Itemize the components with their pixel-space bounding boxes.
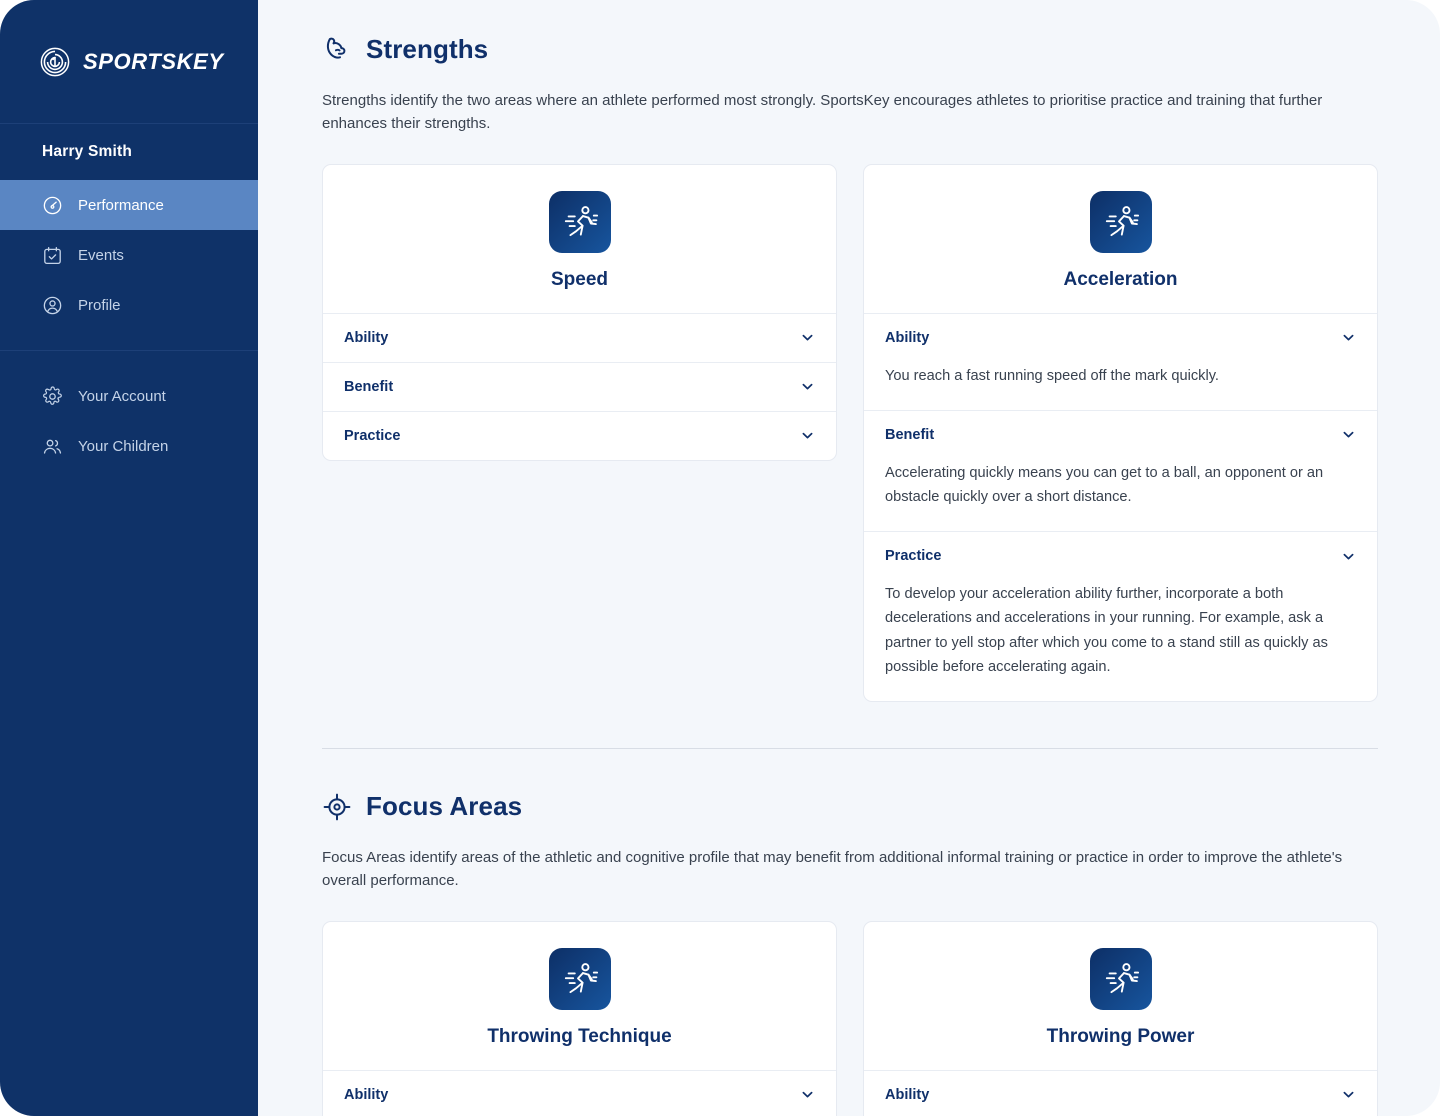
running-person-icon: [1089, 190, 1152, 253]
accordion-label: Practice: [344, 427, 401, 444]
accordion-toggle-practice[interactable]: Practice: [864, 532, 1377, 580]
accordion-item-practice: Practice: [323, 410, 836, 460]
sidebar: SPORTSKEY Harry Smith Performance Events…: [0, 0, 258, 1116]
accordion-toggle-ability[interactable]: Ability: [864, 1071, 1377, 1116]
accordion-item-practice: Practice To develop your acceleration ab…: [864, 531, 1377, 701]
sidebar-primary-nav: Performance Events Profile: [0, 180, 258, 330]
gauge-icon: [42, 195, 63, 216]
sidebar-item-performance[interactable]: Performance: [0, 180, 258, 230]
focus-card-throwing-technique: Throwing Technique Ability Benefit: [322, 920, 837, 1116]
accordion-toggle-ability[interactable]: Ability: [323, 314, 836, 362]
card-header: Throwing Technique: [323, 922, 836, 1070]
accordion-body: Accelerating quickly means you can get t…: [885, 464, 1324, 505]
flexed-bicep-icon: [322, 35, 352, 65]
strengths-section-header: Strengths: [322, 34, 1378, 65]
card-title: Acceleration: [1063, 268, 1178, 290]
accordion-toggle-ability[interactable]: Ability: [864, 314, 1377, 362]
accordion-item-ability: Ability: [323, 312, 836, 362]
card-title: Throwing Technique: [487, 1025, 672, 1047]
sidebar-item-label: Events: [78, 246, 124, 264]
crosshair-target-icon: [322, 792, 352, 822]
brand-logo[interactable]: SPORTSKEY: [0, 0, 258, 124]
main-content: Strengths Strengths identify the two are…: [258, 0, 1440, 1116]
page-title: Strengths: [366, 34, 489, 64]
accordion-label: Ability: [885, 1086, 930, 1103]
sidebar-item-label: Performance: [78, 196, 164, 214]
card-header: Speed: [323, 165, 836, 313]
running-person-icon: [548, 947, 611, 1010]
accordion-label: Ability: [344, 1086, 389, 1103]
chevron-down-icon[interactable]: [1341, 549, 1356, 564]
card-header: Acceleration: [864, 165, 1377, 313]
chevron-down-icon[interactable]: [800, 379, 815, 394]
accordion-item-benefit: Benefit Accelerating quickly means you c…: [864, 409, 1377, 531]
accordion-toggle-benefit[interactable]: Benefit: [323, 363, 836, 411]
focus-areas-description: Focus Areas identify areas of the athlet…: [322, 849, 1343, 890]
brand-name: SPORTSKEY: [83, 48, 224, 74]
sidebar-user-name: Harry Smith: [42, 143, 133, 160]
sidebar-item-label: Your Children: [78, 437, 169, 455]
sidebar-item-label: Profile: [78, 296, 121, 314]
gear-icon: [42, 385, 63, 407]
chevron-down-icon[interactable]: [1341, 427, 1356, 442]
accordion-body: You reach a fast running speed off the m…: [885, 367, 1219, 384]
sidebar-item-profile[interactable]: Profile: [0, 280, 258, 330]
chevron-down-icon[interactable]: [800, 428, 815, 443]
focus-areas-title: Focus Areas: [366, 791, 523, 822]
chevron-down-icon[interactable]: [1341, 1087, 1356, 1102]
strength-card-speed: Speed Ability Benefit Practice: [322, 163, 837, 461]
accordion-toggle-benefit[interactable]: Benefit: [864, 411, 1377, 459]
accordion-label: Benefit: [885, 426, 935, 443]
running-person-icon: [1089, 947, 1152, 1010]
app-root: SPORTSKEY Harry Smith Performance Events…: [0, 0, 1440, 1116]
card-title: Speed: [550, 268, 609, 290]
running-person-icon: [548, 190, 611, 253]
sidebar-item-your-children[interactable]: Your Children: [0, 421, 258, 471]
accordion-item-benefit: Benefit: [323, 361, 836, 411]
accordion-label: Benefit: [344, 378, 394, 395]
chevron-down-icon[interactable]: [800, 1087, 815, 1102]
accordion-toggle-practice[interactable]: Practice: [323, 412, 836, 460]
user-circle-icon: [42, 295, 63, 316]
card-header: Throwing Power: [864, 922, 1377, 1070]
strengths-card-row: Speed Ability Benefit Practice Accelerat…: [322, 163, 1378, 703]
accordion-item-ability: Ability: [323, 1069, 836, 1116]
users-icon: [42, 436, 63, 457]
focus-areas-card-row: Throwing Technique Ability Benefit: [322, 920, 1378, 1116]
chevron-down-icon[interactable]: [1341, 330, 1356, 345]
strengths-description: Strengths identify the two areas where a…: [322, 92, 1323, 133]
chevron-down-icon[interactable]: [800, 330, 815, 345]
accordion-item-ability: Ability Enhancing your throwing power is…: [864, 1069, 1377, 1116]
section-divider: [322, 748, 1378, 750]
sidebar-secondary-nav: Your Account Your Children: [0, 350, 258, 471]
sidebar-item-your-account[interactable]: Your Account: [0, 371, 258, 421]
sidebar-item-label: Your Account: [78, 387, 166, 405]
calendar-check-icon: [42, 245, 63, 266]
accordion-body: To develop your acceleration ability fur…: [885, 586, 1328, 675]
accordion-label: Ability: [885, 329, 930, 346]
sidebar-item-events[interactable]: Events: [0, 230, 258, 280]
strength-card-acceleration: Acceleration Ability You reach a fast ru…: [863, 163, 1378, 703]
sportskey-spiral-logo-icon: [40, 47, 70, 77]
card-title: Throwing Power: [1046, 1025, 1195, 1047]
accordion-label: Practice: [885, 548, 942, 565]
focus-card-throwing-power: Throwing Power Ability Enhancing your th…: [863, 920, 1378, 1116]
focus-areas-section-header: Focus Areas: [322, 791, 1378, 822]
accordion-item-ability: Ability You reach a fast running speed o…: [864, 312, 1377, 410]
accordion-toggle-ability[interactable]: Ability: [323, 1071, 836, 1116]
accordion-label: Ability: [344, 329, 389, 346]
